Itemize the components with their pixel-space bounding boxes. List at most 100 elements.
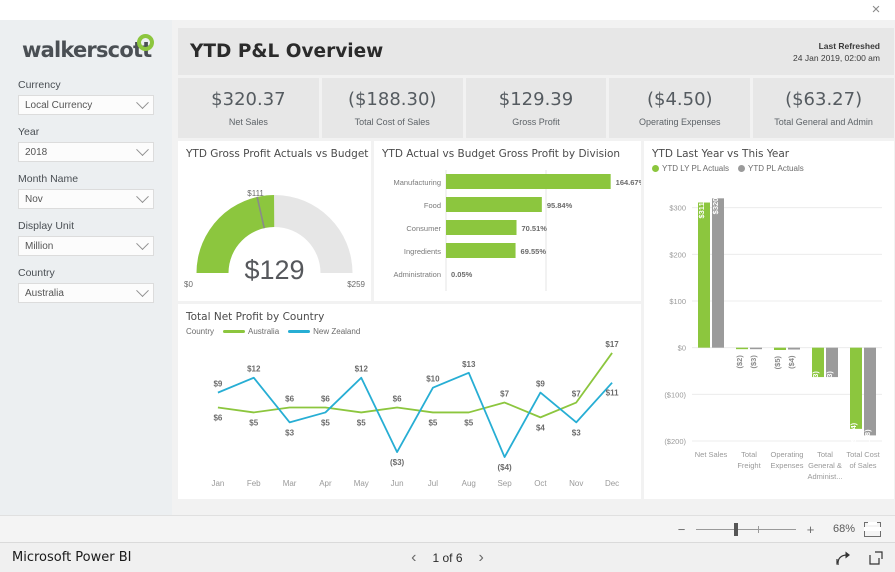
svg-text:$12: $12 — [247, 365, 261, 374]
close-icon[interactable]: × — [867, 1, 885, 19]
legend-item-ytd-pl-actuals[interactable]: YTD PL Actuals — [738, 164, 804, 173]
chevron-down-icon — [136, 142, 149, 156]
visual-column-ly-vs-ty[interactable]: YTD Last Year vs This Year YTD LY PL Act… — [644, 141, 894, 499]
svg-text:Total: Total — [741, 450, 757, 459]
svg-text:Jun: Jun — [391, 479, 404, 488]
kpi-card-gross-profit[interactable]: $129.39 Gross Profit — [465, 78, 607, 138]
svg-text:100%: 100% — [536, 298, 556, 300]
svg-text:Food: Food — [424, 201, 441, 210]
svg-text:$17: $17 — [605, 340, 619, 349]
svg-text:$259: $259 — [347, 280, 365, 289]
svg-text:0%: 0% — [441, 298, 452, 300]
slicer-value: 2018 — [25, 146, 48, 158]
line-chart-legend: Country Australia New Zealand — [178, 323, 641, 336]
svg-text:Apr: Apr — [319, 479, 332, 488]
svg-text:$12: $12 — [355, 365, 369, 374]
legend-item-ytd-ly-pl-actuals[interactable]: YTD LY PL Actuals — [652, 164, 729, 173]
svg-text:Ingredients: Ingredients — [404, 247, 441, 256]
legend-item-australia[interactable]: Australia — [223, 327, 279, 336]
visual-line-net-profit-by-country[interactable]: Total Net Profit by Country Country Aust… — [178, 304, 641, 499]
legend-label: YTD PL Actuals — [748, 164, 804, 173]
chevron-down-icon — [136, 95, 149, 109]
svg-text:Total Cost: Total Cost — [846, 450, 880, 459]
kpi-card-operating-expenses[interactable]: ($4.50) Operating Expenses — [609, 78, 751, 138]
svg-text:$11: $11 — [606, 389, 619, 398]
column-chart: $300 $200 $100 $0 ($100) ($200) $311 $320 Net Sa… — [664, 198, 882, 481]
legend-item-new-zealand[interactable]: New Zealand — [288, 327, 360, 336]
legend-swatch-australia — [223, 330, 246, 333]
logo-wordmark: walkerscott — [22, 38, 152, 62]
kpi-card-total-cost-of-sales[interactable]: ($188.30) Total Cost of Sales — [321, 78, 463, 138]
zoom-slider[interactable] — [696, 522, 796, 536]
svg-text:$4: $4 — [536, 423, 545, 432]
chevron-down-icon — [136, 283, 149, 297]
kpi-value: ($4.50) — [647, 89, 713, 110]
slicer-value: Local Currency — [25, 99, 93, 111]
previous-page-button[interactable]: ‹ — [411, 549, 416, 567]
zoom-slider-thumb[interactable] — [734, 522, 738, 536]
visuals-left-column: YTD Gross Profit Actuals vs Budget $111 $… — [178, 141, 646, 499]
expand-icon[interactable] — [869, 550, 883, 565]
svg-text:95.84%: 95.84% — [547, 201, 573, 210]
visual-title: YTD Gross Profit Actuals vs Budget — [186, 148, 369, 160]
fit-to-page-icon[interactable] — [864, 521, 881, 537]
zoom-slider-tick — [758, 525, 759, 533]
slicer-dropdown-currency[interactable]: Local Currency — [18, 95, 154, 115]
svg-text:$3: $3 — [572, 428, 581, 437]
slicer-dropdown-month[interactable]: Nov — [18, 189, 154, 209]
svg-text:$6: $6 — [285, 394, 294, 403]
visual-gauge-gross-profit[interactable]: YTD Gross Profit Actuals vs Budget $111 $… — [178, 141, 371, 301]
svg-text:$5: $5 — [321, 418, 330, 427]
svg-text:$320: $320 — [711, 198, 720, 215]
svg-text:($63): ($63) — [811, 371, 820, 389]
svg-text:70.51%: 70.51% — [522, 224, 548, 233]
zoom-out-button[interactable]: − — [676, 522, 687, 537]
svg-text:$6: $6 — [213, 413, 222, 422]
svg-text:$100: $100 — [669, 297, 686, 306]
zoom-in-button[interactable]: + — [805, 522, 816, 537]
slicer-dropdown-display-unit[interactable]: Million — [18, 236, 154, 256]
svg-text:Nov: Nov — [569, 479, 583, 488]
svg-text:of Sales: of Sales — [849, 461, 876, 470]
slicer-dropdown-country[interactable]: Australia — [18, 283, 154, 303]
svg-text:Consumer: Consumer — [406, 224, 441, 233]
legend-label: Australia — [248, 327, 280, 336]
status-bar-icons — [836, 550, 883, 565]
svg-text:($4): ($4) — [497, 463, 512, 472]
visual-title: YTD Actual vs Budget Gross Profit by Div… — [382, 148, 621, 160]
brand-logo: walkerscott — [0, 20, 172, 68]
slicer-country: Country Australia — [0, 267, 172, 303]
svg-text:69.55%: 69.55% — [521, 247, 547, 256]
svg-text:$0: $0 — [184, 280, 193, 289]
svg-text:($3): ($3) — [749, 355, 758, 369]
svg-text:$200: $200 — [669, 250, 686, 259]
line-chart: $6 $5 $6 $6 $5 $6 $5 $5 $7 $4 $7 $17 $9 $12 $3 $5 $12 ($3… — [211, 340, 619, 488]
svg-text:Total: Total — [817, 450, 833, 459]
kpi-value: $320.37 — [211, 89, 286, 110]
legend-label: YTD LY PL Actuals — [662, 164, 729, 173]
report-body: YTD P&L Overview Last Refreshed 24 Jan 2… — [172, 20, 895, 515]
svg-text:$5: $5 — [249, 418, 258, 427]
share-icon[interactable] — [836, 550, 852, 565]
svg-text:Dec: Dec — [605, 479, 619, 488]
svg-text:Expenses: Expenses — [771, 461, 804, 470]
page-indicator: 1 of 6 — [432, 550, 463, 565]
svg-text:$3: $3 — [285, 428, 294, 437]
slicer-dropdown-year[interactable]: 2018 — [18, 142, 154, 162]
svg-text:$129: $129 — [244, 255, 304, 285]
slicer-label: Year — [18, 126, 40, 138]
next-page-button[interactable]: › — [479, 549, 484, 567]
kpi-card-total-general-and-admin[interactable]: ($63.27) Total General and Admin — [753, 78, 894, 138]
svg-text:Manufacturing: Manufacturing — [393, 178, 441, 187]
svg-text:($5): ($5) — [773, 356, 782, 370]
svg-text:0.05%: 0.05% — [451, 270, 473, 279]
slicer-label: Currency — [18, 79, 61, 91]
visual-bar-gross-profit-by-division[interactable]: YTD Actual vs Budget Gross Profit by Div… — [374, 141, 646, 307]
visuals-right-column: YTD Last Year vs This Year YTD LY PL Act… — [644, 141, 894, 499]
kpi-card-net-sales[interactable]: $320.37 Net Sales — [178, 78, 319, 138]
slicer-value: Nov — [25, 193, 43, 205]
column-chart-legend: YTD LY PL Actuals YTD PL Actuals — [644, 160, 894, 173]
last-refreshed-time: 24 Jan 2019, 02:00 am — [793, 52, 880, 63]
svg-text:($188): ($188) — [863, 429, 872, 451]
svg-text:Administration: Administration — [393, 270, 441, 279]
